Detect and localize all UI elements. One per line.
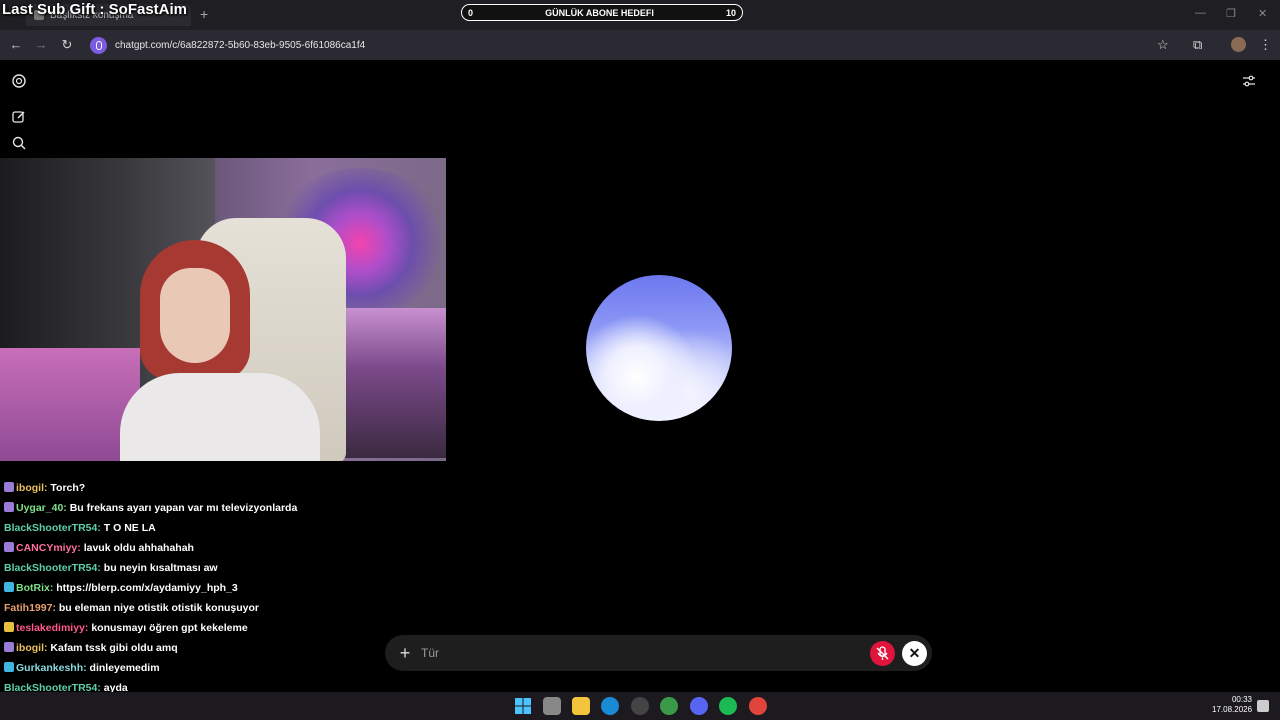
chat-username: ibogil <box>16 482 44 494</box>
chat-text: Kafam tssk gibi oldu amq <box>50 642 178 654</box>
clock-date: 17.08.2026 <box>1212 705 1253 714</box>
profile-avatar[interactable] <box>1231 37 1246 52</box>
spotify-icon[interactable] <box>719 697 737 715</box>
clock-time: 00:33 <box>1231 695 1252 704</box>
chat-username: Gurkankeshh <box>16 662 84 674</box>
chat-text: Torch? <box>50 482 86 494</box>
chat-username: ibogil <box>16 642 44 654</box>
reload-icon[interactable]: ↻ <box>59 37 75 53</box>
stream-chat-overlay: ibogil: Torch? Uygar_40: Bu frekans ayarı… <box>0 478 420 718</box>
end-voice-button[interactable]: ✕ <box>902 641 927 666</box>
minimize-icon[interactable]: — <box>1195 7 1206 19</box>
mute-microphone-button[interactable] <box>870 641 895 666</box>
chat-username: Fatih1997 <box>4 602 53 614</box>
user-badge-icon <box>4 642 14 652</box>
voice-composer: + ✕ <box>385 635 932 671</box>
voice-orb <box>586 275 732 421</box>
search-icon[interactable] <box>11 135 27 151</box>
screen: Başlıksız konuşma + Last Sub Gift : SoFa… <box>0 0 1280 720</box>
chat-message: BotRix: https://blerp.com/x/aydamiyy_hph… <box>0 578 420 598</box>
maximize-icon[interactable]: ❐ <box>1226 7 1236 20</box>
chat-text: bu neyin kısaltması aw <box>103 562 218 574</box>
new-tab-icon[interactable]: + <box>200 6 208 22</box>
address-bar[interactable]: chatgpt.com/c/6a822872-5b60-83eb-9505-6f… <box>86 34 1186 56</box>
extensions-icon[interactable]: ⧉ <box>1193 37 1202 53</box>
user-badge-icon <box>4 622 14 632</box>
voice-settings-icon[interactable] <box>1241 73 1257 89</box>
chat-text: Bu frekans ayarı yapan var mı televizyon… <box>69 502 298 514</box>
chrome-profile-icon[interactable] <box>660 697 678 715</box>
url-text: chatgpt.com/c/6a822872-5b60-83eb-9505-6f… <box>115 39 366 51</box>
user-badge-icon <box>4 482 14 492</box>
webcam-overlay <box>0 158 446 461</box>
user-badge-icon <box>4 582 14 592</box>
chat-text: https://blerp.com/x/aydamiyy_hph_3 <box>56 582 238 594</box>
site-info-icon[interactable] <box>90 36 107 54</box>
subscriber-goal-bar: 0 GÜNLÜK ABONE HEDEFI 10 <box>461 4 743 21</box>
notifications-icon[interactable] <box>1257 700 1269 712</box>
new-chat-icon[interactable] <box>11 109 27 125</box>
user-badge-icon <box>4 502 14 512</box>
browser-toolbar: ← → ↻ chatgpt.com/c/6a822872-5b60-83eb-9… <box>0 30 1280 60</box>
chat-text: lavuk oldu ahhahahah <box>83 542 194 554</box>
browser-tab-bar: Başlıksız konuşma + Last Sub Gift : SoFa… <box>0 0 1280 30</box>
chat-message: ibogil: Torch? <box>0 478 420 498</box>
chat-message: ibogil: Kafam tssk gibi oldu amq <box>0 638 420 658</box>
goal-current: 0 <box>468 7 474 18</box>
chat-text: bu eleman niye otistik otistik konuşuyor <box>58 602 260 614</box>
chat-message: BlackShooterTR54: bu neyin kısaltması aw <box>4 562 218 574</box>
chat-username: BlackShooterTR54 <box>4 522 98 534</box>
chat-username: BlackShooterTR54 <box>4 562 98 574</box>
chat-message: Fatih1997: bu eleman niye otistik otisti… <box>4 602 260 614</box>
user-badge-icon <box>4 662 14 672</box>
edge-browser-icon[interactable] <box>601 697 619 715</box>
mic-off-icon <box>876 646 889 660</box>
chat-message: BlackShooterTR54: T O NE LA <box>4 522 156 534</box>
chrome-icon[interactable] <box>749 697 767 715</box>
forward-arrow-icon[interactable]: → <box>33 37 49 53</box>
chat-text: dinleyemedim <box>89 662 160 674</box>
windows-taskbar: 00:33 17.08.2026 <box>0 692 1280 720</box>
goal-target: 10 <box>725 7 736 18</box>
chat-username: BotRix <box>16 582 50 594</box>
chat-message: teslakedimiyy: konusmayı öğren gpt kekel… <box>0 618 420 638</box>
chat-message: CANCYmiyy: lavuk oldu ahhahahah <box>0 538 420 558</box>
message-input[interactable] <box>421 644 841 662</box>
chat-username: CANCYmiyy <box>16 542 78 554</box>
close-window-icon[interactable]: ✕ <box>1258 7 1267 20</box>
system-clock[interactable]: 00:33 17.08.2026 <box>1212 695 1252 715</box>
goal-label: GÜNLÜK ABONE HEDEFI <box>545 7 654 18</box>
close-icon: ✕ <box>908 645 921 661</box>
openai-logo-icon[interactable] <box>11 73 27 89</box>
chat-text: T O NE LA <box>103 522 156 534</box>
start-menu-icon[interactable] <box>514 697 532 715</box>
chat-text: konusmayı öğren gpt kekeleme <box>91 622 248 634</box>
bookmark-star-icon[interactable]: ☆ <box>1157 37 1169 53</box>
chat-message: Gurkankeshh: dinleyemedim <box>0 658 420 678</box>
obs-icon[interactable] <box>631 697 649 715</box>
back-arrow-icon[interactable]: ← <box>8 37 24 53</box>
chat-message: Uygar_40: Bu frekans ayarı yapan var mı … <box>0 498 420 518</box>
browser-menu-icon[interactable]: ⋮ <box>1259 37 1272 53</box>
discord-icon[interactable] <box>690 697 708 715</box>
chat-username: Uygar_40 <box>16 502 64 514</box>
chat-username: teslakedimiyy <box>16 622 85 634</box>
stream-overlay-title: Last Sub Gift : SoFastAim <box>2 1 188 18</box>
file-explorer-icon[interactable] <box>572 697 590 715</box>
user-badge-icon <box>4 542 14 552</box>
task-view-icon[interactable] <box>543 697 561 715</box>
